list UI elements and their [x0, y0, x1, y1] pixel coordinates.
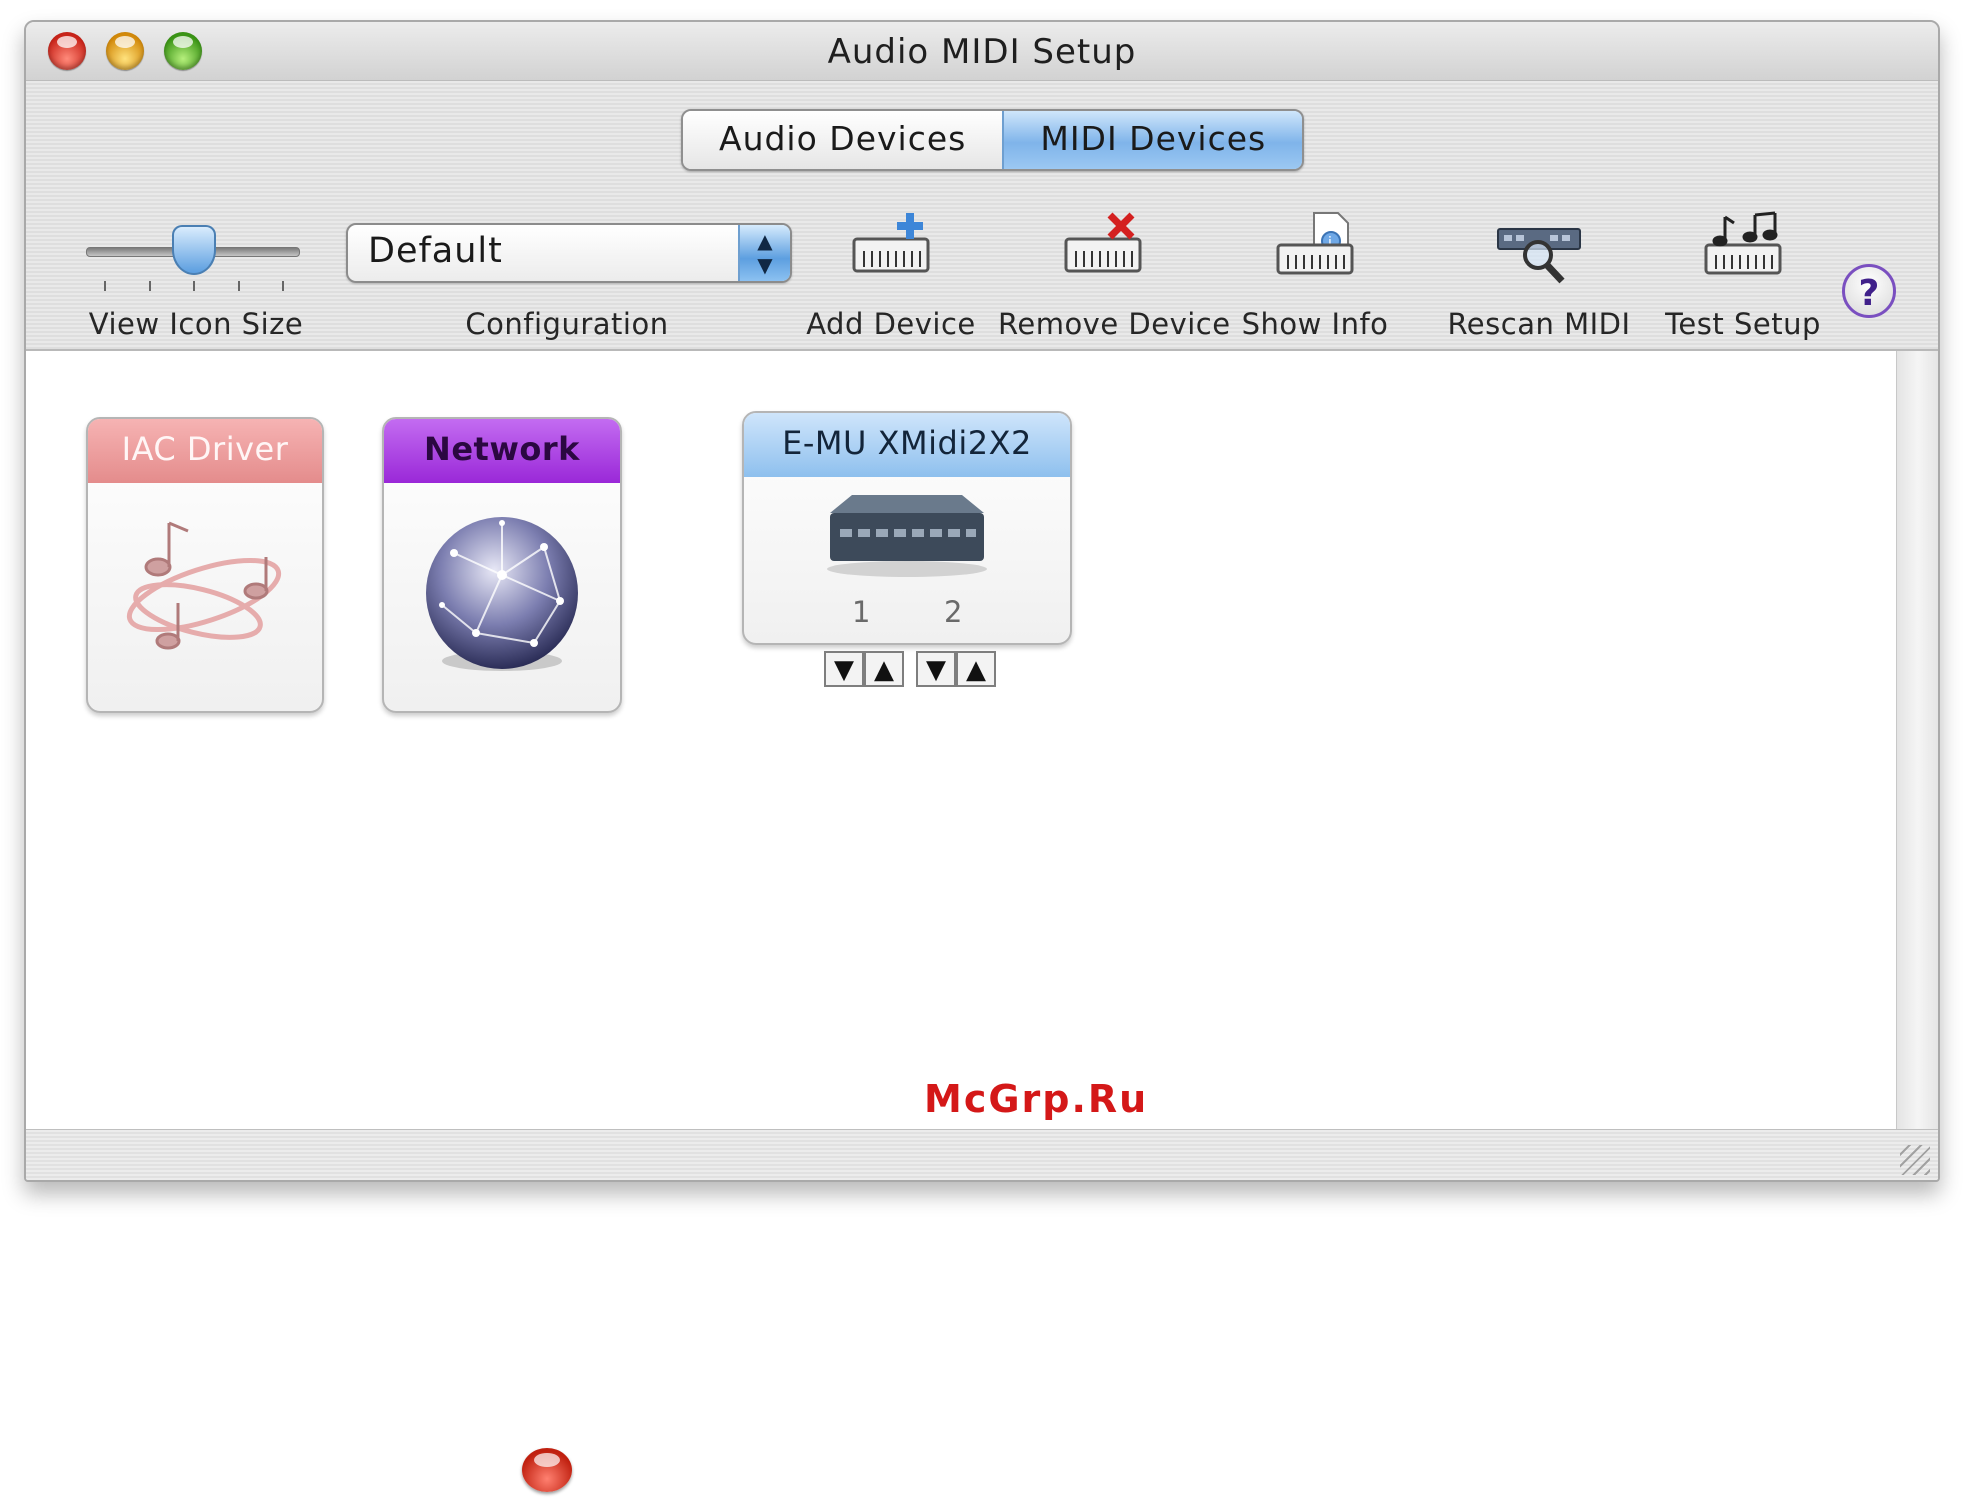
select-arrows-icon[interactable]: ▲ ▼ — [738, 225, 790, 281]
tab-audio-devices[interactable]: Audio Devices — [683, 111, 1003, 169]
port-2-in-icon[interactable]: ▼ — [916, 651, 956, 687]
resize-grip-icon[interactable] — [1900, 1145, 1930, 1175]
test-setup-icon — [1704, 211, 1782, 275]
tab-midi-devices[interactable]: MIDI Devices — [1002, 111, 1303, 169]
slider-ticks — [104, 281, 284, 291]
show-info-icon: i — [1276, 212, 1354, 275]
slider-tick — [148, 281, 151, 291]
watermark-text: McGrp.Ru — [924, 1077, 1149, 1121]
configuration-select[interactable]: Default ▲ ▼ — [346, 223, 792, 283]
device-emu-xmidi2x2[interactable]: E-MU XMidi2X2 1 2 — [742, 411, 1072, 645]
port-number: 1 — [852, 595, 871, 629]
port-1-in-icon[interactable]: ▼ — [824, 651, 864, 687]
vertical-scrollbar[interactable] — [1896, 351, 1938, 1129]
add-device-label: Add Device — [806, 307, 976, 341]
port-2-out-icon[interactable]: ▲ — [956, 651, 996, 687]
port-1-out-icon[interactable]: ▲ — [864, 651, 904, 687]
rescan-midi-label: Rescan MIDI — [1447, 307, 1631, 341]
toolbar: Audio Devices MIDI Devices View Icon Siz… — [26, 81, 1938, 351]
music-notes-icon — [126, 521, 282, 650]
device-iac-driver[interactable]: IAC Driver — [86, 417, 324, 713]
device-name: Network — [384, 419, 620, 483]
icon-size-slider[interactable] — [86, 211, 302, 321]
red-button-icon — [522, 1448, 572, 1492]
configuration-value: Default — [368, 231, 503, 271]
window-title: Audio MIDI Setup — [827, 32, 1137, 72]
remove-device-label: Remove Device — [998, 307, 1231, 341]
slider-tick — [104, 281, 106, 291]
status-bar — [26, 1129, 1938, 1180]
device-name: E-MU XMidi2X2 — [744, 413, 1070, 477]
port-2-connectors: ▼ ▲ — [916, 651, 996, 687]
help-button[interactable]: ? — [1842, 264, 1896, 318]
port-1-connectors: ▼ ▲ — [824, 651, 904, 687]
device-name: IAC Driver — [88, 419, 322, 483]
midi-interface-icon — [827, 495, 987, 577]
device-network[interactable]: Network — [382, 417, 622, 713]
add-device-icon — [852, 213, 930, 273]
rescan-midi-button[interactable]: Rescan MIDI — [1447, 211, 1630, 341]
remove-device-icon — [1064, 212, 1142, 273]
audio-midi-setup-window: Audio MIDI Setup Audio Devices MIDI Devi… — [24, 20, 1940, 1182]
port-number: 2 — [944, 595, 963, 629]
show-info-label: Show Info — [1241, 307, 1389, 341]
rescan-midi-icon — [1497, 228, 1581, 284]
midi-device-canvas[interactable]: IAC Driver Network E-MU XMidi2X2 1 2 ▼ ▲… — [26, 351, 1896, 1129]
slider-tick — [237, 281, 240, 291]
tab-bar: Audio Devices MIDI Devices — [681, 109, 1305, 171]
slider-tick — [193, 281, 195, 291]
test-setup-label: Test Setup — [1665, 307, 1821, 341]
add-device-button[interactable]: Add Device — [806, 211, 976, 341]
show-info-button[interactable]: i Show Info — [1230, 211, 1400, 341]
icon-size-label: View Icon Size — [88, 307, 304, 341]
remove-device-button[interactable]: Remove Device — [998, 211, 1230, 341]
network-globe-icon — [426, 517, 578, 671]
configuration-label: Configuration — [465, 307, 669, 341]
slider-tick — [282, 281, 284, 291]
slider-thumb[interactable] — [172, 225, 216, 275]
title-bar[interactable]: Audio MIDI Setup — [26, 22, 1938, 81]
test-setup-button[interactable]: Test Setup — [1658, 211, 1828, 341]
